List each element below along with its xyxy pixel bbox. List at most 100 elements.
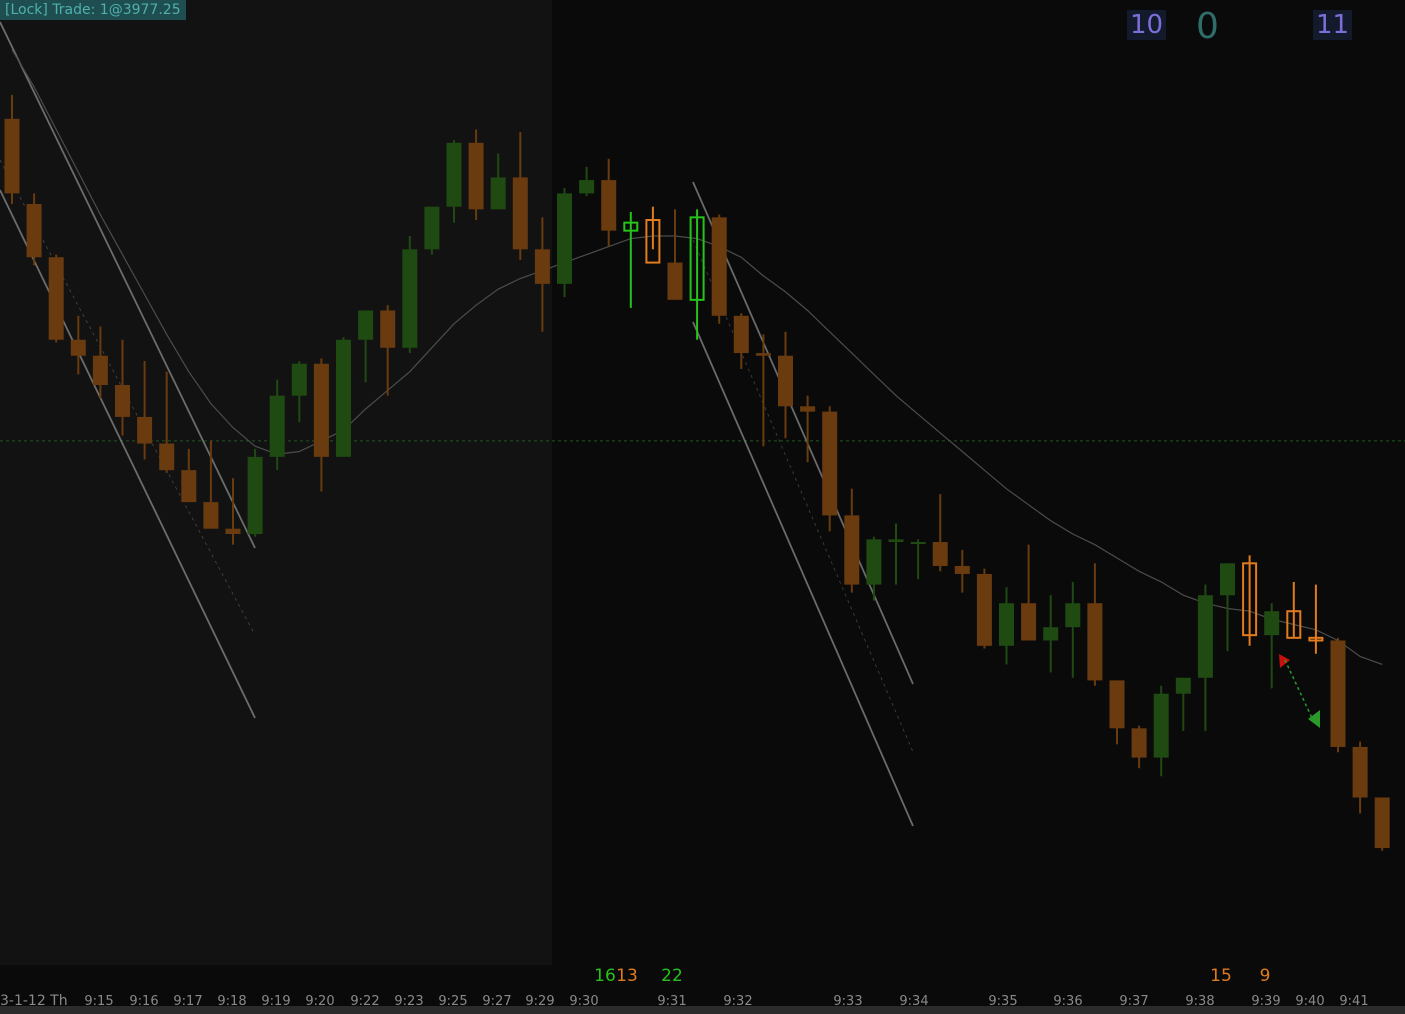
candle[interactable] <box>1153 685 1169 777</box>
candle[interactable] <box>336 337 351 457</box>
candle-body <box>910 542 926 545</box>
candle-body <box>1043 627 1059 641</box>
candle[interactable] <box>1308 584 1324 654</box>
candle-body <box>1065 603 1081 628</box>
trade-markers[interactable] <box>1279 654 1320 728</box>
candle[interactable] <box>1197 584 1213 731</box>
candle-body <box>755 353 771 356</box>
candle-body <box>247 456 263 535</box>
candle[interactable] <box>999 587 1014 665</box>
candle[interactable] <box>1087 563 1103 686</box>
candle-body <box>534 249 550 284</box>
candle-body <box>402 249 418 348</box>
counter-middle: 0 <box>1196 6 1219 47</box>
candle-body <box>1021 603 1037 641</box>
candle-body <box>159 443 175 471</box>
candle[interactable] <box>800 395 816 463</box>
candle[interactable] <box>579 166 595 197</box>
candle-body <box>1197 595 1213 678</box>
candle-body <box>181 470 197 503</box>
candle-body <box>844 515 860 585</box>
chart-window[interactable]: 9:15 9:16 9:17 9:18 9:19 9:20 9:22 9:23 9:25 9:27… <box>0 0 1405 1014</box>
candle-body <box>225 528 241 535</box>
candle[interactable] <box>888 523 904 585</box>
channel-line[interactable] <box>692 239 914 753</box>
candle-body <box>380 310 396 348</box>
candle-body <box>999 603 1014 646</box>
candle[interactable] <box>689 209 705 340</box>
candle[interactable] <box>866 536 882 601</box>
candle[interactable] <box>1374 797 1390 851</box>
candle[interactable] <box>1352 741 1368 814</box>
candle-body <box>579 180 595 194</box>
candle-body <box>954 565 970 574</box>
candle[interactable] <box>48 254 64 343</box>
candle[interactable] <box>623 212 639 308</box>
candle[interactable] <box>822 406 838 532</box>
candle-body <box>822 411 838 516</box>
candle-body <box>711 217 727 316</box>
candle-body <box>4 118 20 194</box>
candle-body <box>1330 640 1346 747</box>
candle[interactable] <box>755 334 771 447</box>
candle-body <box>1264 611 1280 636</box>
volume-marker: 16 <box>594 966 616 986</box>
candle-body <box>800 406 816 412</box>
candle[interactable] <box>910 539 926 580</box>
candle-body <box>1374 797 1390 849</box>
lock-trade-badge[interactable]: [Lock] Trade: 1@3977.25 <box>0 0 186 20</box>
candle[interactable] <box>778 331 793 439</box>
candle[interactable] <box>667 209 683 300</box>
volume-marker: 15 <box>1210 966 1232 986</box>
candle-body <box>137 416 153 444</box>
candle-body <box>70 339 86 356</box>
candle-body <box>888 539 904 543</box>
price-chart[interactable]: 9:15 9:16 9:17 9:18 9:19 9:20 9:22 9:23 9:25 9:27… <box>0 0 1405 1014</box>
candle[interactable] <box>711 214 727 324</box>
candle[interactable] <box>1264 603 1280 689</box>
candle[interactable] <box>1065 581 1081 678</box>
candle[interactable] <box>1043 595 1059 673</box>
scrollbar-strip[interactable] <box>0 1006 1405 1014</box>
candle-body <box>203 502 219 529</box>
candle-body <box>601 180 617 231</box>
candle-body <box>424 206 440 250</box>
candle[interactable] <box>601 158 617 247</box>
candle-body <box>358 310 374 340</box>
candle-body <box>26 204 42 258</box>
candle-body <box>557 193 572 284</box>
candle[interactable] <box>1286 581 1302 639</box>
candle-body <box>336 339 351 457</box>
candle[interactable] <box>26 193 42 266</box>
counter-left: 10 <box>1127 10 1167 40</box>
candle[interactable] <box>954 550 970 593</box>
candle[interactable] <box>1242 555 1258 646</box>
candle[interactable] <box>424 206 440 255</box>
candle[interactable] <box>645 206 661 264</box>
candle-body <box>269 395 285 457</box>
candle[interactable] <box>557 188 572 298</box>
candle[interactable] <box>1021 544 1037 641</box>
volume-marker: 22 <box>661 966 683 986</box>
candle[interactable] <box>1175 677 1191 731</box>
candle[interactable] <box>1109 680 1125 745</box>
candle[interactable] <box>976 568 992 649</box>
candle-body <box>490 177 506 210</box>
candle[interactable] <box>844 488 860 593</box>
candle-body <box>115 385 130 417</box>
candle[interactable] <box>468 129 484 220</box>
candle[interactable] <box>932 494 948 572</box>
candle[interactable] <box>733 313 749 370</box>
candle[interactable] <box>1131 725 1147 769</box>
candle[interactable] <box>1330 637 1346 753</box>
buy-marker-icon[interactable] <box>1308 710 1320 728</box>
candle-body <box>92 355 108 385</box>
trade-link-line <box>1284 659 1313 719</box>
candle-body <box>1153 693 1169 758</box>
candle-body <box>733 315 749 354</box>
candle-body <box>1109 680 1125 729</box>
candle-body <box>778 355 793 407</box>
candle-body <box>313 363 329 457</box>
candle[interactable] <box>247 448 263 537</box>
candle[interactable] <box>402 235 418 354</box>
